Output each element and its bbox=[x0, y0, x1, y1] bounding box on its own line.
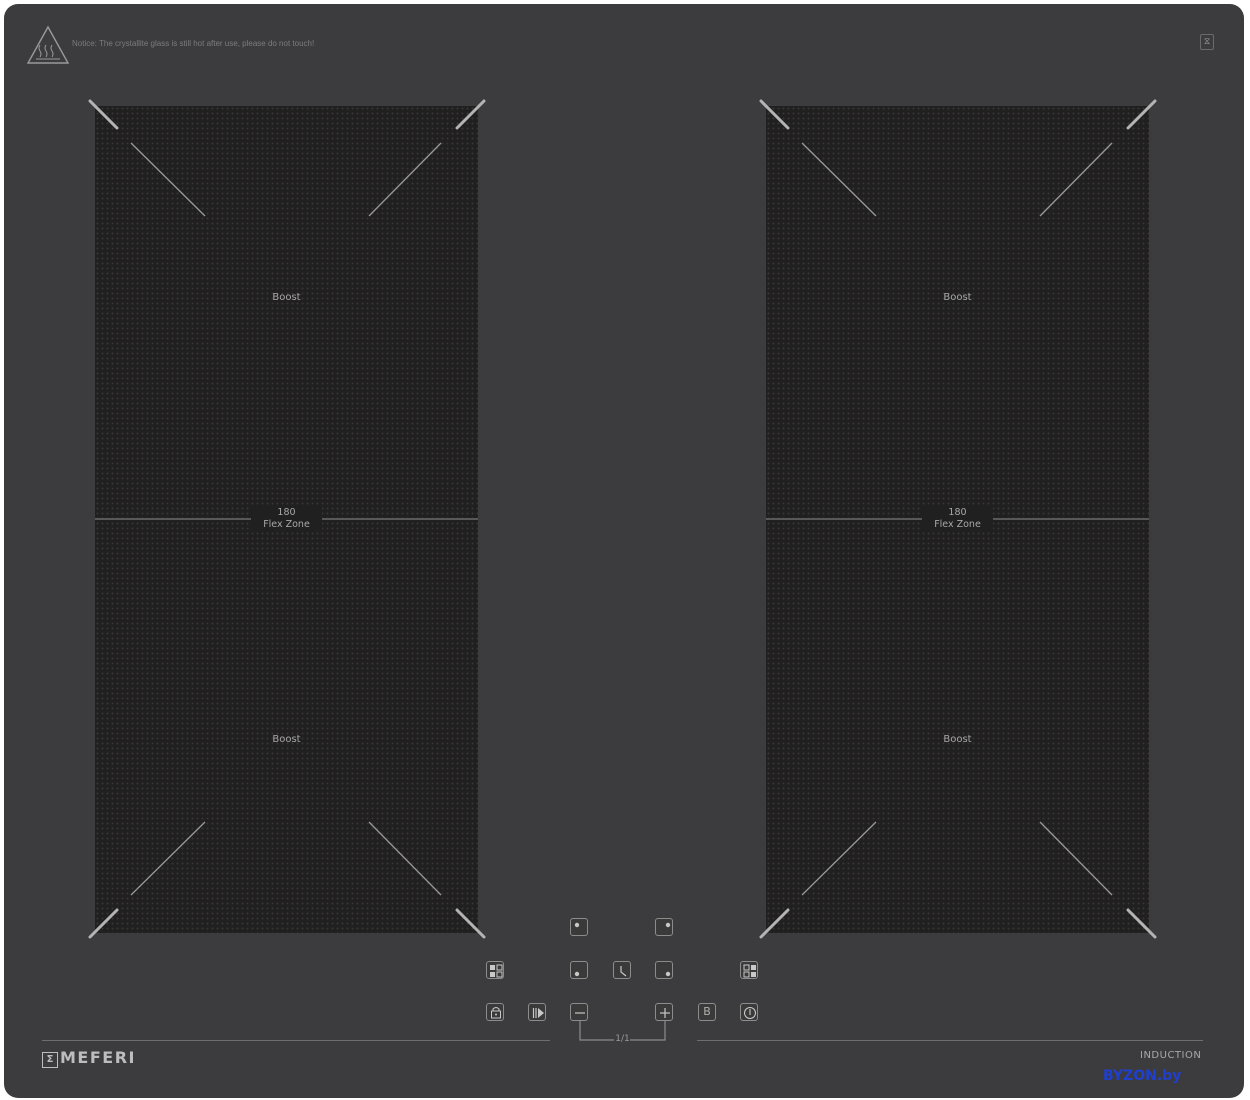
zone-select-front-right-icon bbox=[665, 971, 671, 977]
flex-zone-number-right: 180 bbox=[948, 507, 967, 518]
brand-logo-icon: Σ bbox=[42, 1052, 58, 1068]
lock-button[interactable] bbox=[486, 1003, 504, 1021]
brand-name: MEFERI bbox=[60, 1048, 136, 1067]
induction-label: INDUCTION bbox=[1140, 1050, 1202, 1061]
flex-zone-left-button[interactable] bbox=[486, 961, 504, 979]
zone-select-rear-right-icon bbox=[665, 922, 671, 928]
flex-zone-label-left: 180 Flex Zone bbox=[95, 507, 478, 531]
flex-zone-number-left: 180 bbox=[277, 507, 296, 518]
footer-rule-right bbox=[697, 1040, 1203, 1041]
plus-button[interactable] bbox=[655, 1003, 673, 1021]
lock-icon bbox=[491, 1007, 501, 1019]
boost-button-label: B bbox=[703, 1005, 711, 1018]
boost-label-rear-right: Boost bbox=[943, 292, 972, 303]
flex-zone-right-button[interactable] bbox=[740, 961, 758, 979]
timer-button[interactable] bbox=[613, 961, 631, 979]
minus-button[interactable] bbox=[570, 1003, 588, 1021]
flex-zone-right-icon bbox=[743, 964, 756, 978]
zone-select-front-left-icon bbox=[574, 971, 580, 977]
boost-button[interactable]: B bbox=[698, 1003, 716, 1021]
cooking-zone-right[interactable]: Boost 180 Flex Zone Boost bbox=[766, 106, 1149, 933]
zone-select-front-right-button[interactable] bbox=[655, 961, 673, 979]
flex-zone-left-icon bbox=[490, 964, 503, 978]
hot-surface-notice: Notice: The crystallite glass is still h… bbox=[72, 39, 315, 48]
minus-icon bbox=[575, 1012, 585, 1014]
watermark: BYZON.by bbox=[1103, 1068, 1182, 1084]
flex-zone-label-right: 180 Flex Zone bbox=[766, 507, 1149, 531]
brand-logo: Σ MEFERI bbox=[42, 1048, 136, 1068]
power-icon bbox=[743, 1006, 757, 1020]
power-button[interactable] bbox=[740, 1003, 758, 1021]
pause-button[interactable] bbox=[528, 1003, 546, 1021]
flex-zone-text-left: Flex Zone bbox=[263, 519, 310, 530]
zone-select-rear-right-button[interactable] bbox=[655, 918, 673, 936]
pause-icon bbox=[532, 1008, 544, 1018]
slider-mark: 1/1 bbox=[615, 1034, 630, 1044]
hot-surface-warning-icon bbox=[26, 25, 70, 64]
plus-icon bbox=[660, 1008, 670, 1018]
zone-select-rear-left-icon bbox=[574, 922, 580, 928]
boost-label-front-left: Boost bbox=[272, 734, 301, 745]
flex-zone-text-right: Flex Zone bbox=[934, 519, 981, 530]
zone-select-front-left-button[interactable] bbox=[570, 961, 588, 979]
child-lock-icon: ⧖ bbox=[1200, 34, 1214, 50]
boost-label-front-right: Boost bbox=[943, 734, 972, 745]
footer-rule-left bbox=[42, 1040, 550, 1041]
zone-select-rear-left-button[interactable] bbox=[570, 918, 588, 936]
timer-icon bbox=[620, 966, 627, 977]
cooking-zone-left[interactable]: Boost 180 Flex Zone Boost bbox=[95, 106, 478, 933]
boost-label-rear-left: Boost bbox=[272, 292, 301, 303]
